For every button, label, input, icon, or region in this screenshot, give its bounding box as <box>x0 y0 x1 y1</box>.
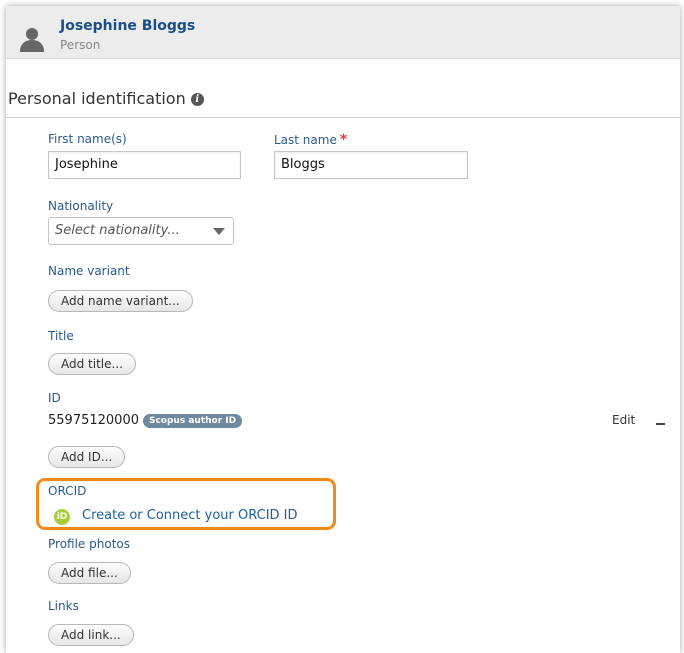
minus-icon[interactable] <box>656 423 665 425</box>
section-title-text: Personal identification <box>8 89 186 108</box>
profile-photos-label: Profile photos <box>48 537 130 551</box>
first-name-field[interactable]: Josephine <box>48 151 241 179</box>
title-label: Title <box>48 329 74 343</box>
record-type: Person <box>60 38 101 52</box>
required-marker: * <box>339 132 348 148</box>
add-name-variant-button[interactable]: Add name variant... <box>48 290 193 312</box>
add-link-button[interactable]: Add link... <box>48 624 134 646</box>
info-icon[interactable]: i <box>190 93 204 106</box>
add-file-button[interactable]: Add file... <box>48 562 131 584</box>
id-type-badge: Scopus author ID <box>142 413 243 428</box>
last-name-field[interactable]: Bloggs <box>274 151 468 179</box>
edit-id-link[interactable]: Edit <box>612 413 635 427</box>
first-name-label: First name(s) <box>48 132 127 146</box>
nationality-label: Nationality <box>48 199 114 213</box>
section-divider <box>6 117 680 118</box>
last-name-label-text: Last name <box>274 133 337 147</box>
orcid-icon: iD <box>54 509 70 525</box>
person-name[interactable]: Josephine Bloggs <box>60 18 195 34</box>
person-silhouette-icon <box>20 28 44 52</box>
section-title: Personal identification i <box>8 89 204 108</box>
id-value: 55975120000 <box>48 413 139 428</box>
person-editor-panel: Josephine Bloggs Person Personal identif… <box>6 6 680 653</box>
add-title-button[interactable]: Add title... <box>48 353 136 375</box>
last-name-label: Last name * <box>274 132 347 148</box>
nationality-select[interactable]: Select nationality... <box>48 217 234 245</box>
record-header: Josephine Bloggs Person <box>6 6 680 59</box>
orcid-label: ORCID <box>48 484 87 498</box>
chevron-down-icon <box>213 228 225 235</box>
links-label: Links <box>48 599 79 613</box>
add-id-button[interactable]: Add ID... <box>48 446 126 468</box>
id-label: ID <box>48 391 61 405</box>
id-row: 55975120000 Scopus author ID <box>48 413 243 428</box>
nationality-placeholder: Select nationality... <box>55 223 180 238</box>
name-variant-label: Name variant <box>48 264 130 278</box>
orcid-connect-link[interactable]: Create or Connect your ORCID ID <box>82 508 298 523</box>
